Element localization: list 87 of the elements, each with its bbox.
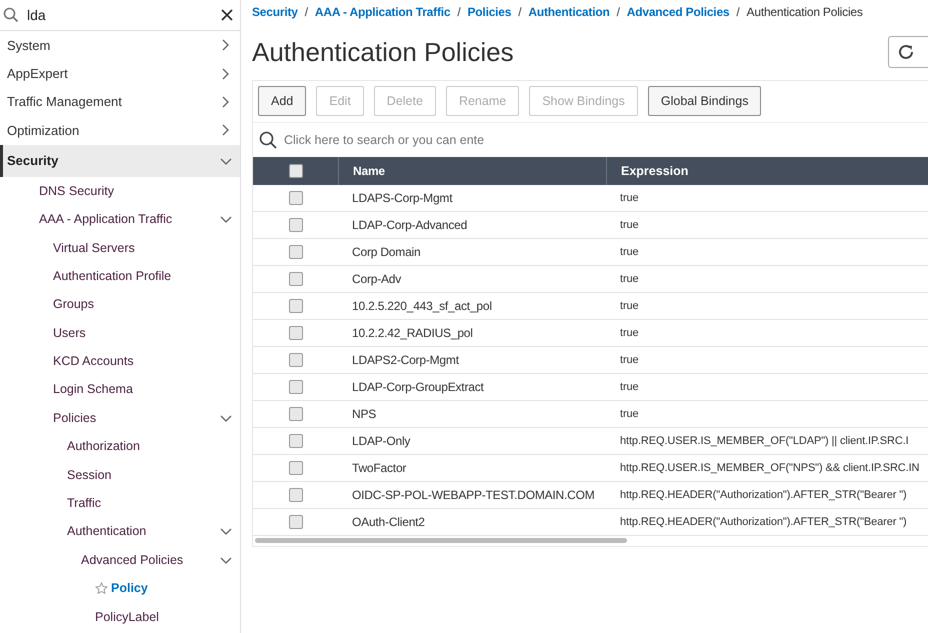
nav-item[interactable]: Security xyxy=(0,144,240,177)
nav-item[interactable]: Session xyxy=(67,468,232,482)
toolbar-button[interactable]: Global Bindings xyxy=(648,86,762,116)
nav-item[interactable]: AAA - Application Traffic xyxy=(39,212,220,226)
row-checkbox[interactable] xyxy=(288,461,302,475)
search-field[interactable]: lda xyxy=(25,6,215,24)
nav-item[interactable]: Authorization xyxy=(67,439,232,454)
row-checkbox[interactable] xyxy=(288,434,302,448)
table-cell-text: http.REQ.HEADER("Authorization").AFTER_STR("Bearer ") xyxy=(619,515,908,530)
row-checkbox[interactable] xyxy=(288,515,302,529)
nav-item[interactable]: Users xyxy=(53,326,232,340)
column-header[interactable]: Expression xyxy=(607,157,928,185)
row-checkbox[interactable] xyxy=(288,326,302,340)
table-cell-text: TwoFactor xyxy=(351,460,408,477)
table-cell-text: OAuth-Client2 xyxy=(351,514,426,531)
nav-label: Security xyxy=(7,153,60,168)
table-cell-text: LDAP-Corp-Advanced xyxy=(351,217,468,234)
nav-item[interactable]: DNS Security xyxy=(39,184,232,198)
row-checkbox[interactable] xyxy=(288,380,302,394)
table-cell-text: http.REQ.HEADER("Authorization").AFTER_STR("Bearer ") xyxy=(619,488,908,503)
breadcrumb-separator: / xyxy=(616,5,620,19)
page-title: Authentication Policies xyxy=(252,36,514,68)
row-checkbox[interactable] xyxy=(288,407,302,421)
nav-item[interactable]: AppExpert xyxy=(7,66,220,82)
table-cell-text: LDAPS-Corp-Mgmt xyxy=(351,190,454,207)
breadcrumb-separator: / xyxy=(457,5,460,19)
nav-item[interactable]: Traffic Management xyxy=(7,94,220,110)
breadcrumb-separator: / xyxy=(736,5,740,19)
table-cell-text: true xyxy=(619,191,640,206)
table-search-field[interactable]: Click here to search or you can ente xyxy=(282,132,586,148)
search-icon xyxy=(3,7,19,23)
table-cell-text: 10.2.2.42_RADIUS_pol xyxy=(351,325,474,342)
table-cell-text: true xyxy=(619,245,640,260)
nav-item[interactable]: Advanced Policies xyxy=(81,552,220,567)
table-cell-text: true xyxy=(619,218,640,233)
breadcrumb-current: Authentication Policies xyxy=(746,5,863,19)
close-icon[interactable] xyxy=(221,9,233,21)
table-cell-text: LDAP-Only xyxy=(351,433,412,450)
breadcrumb-link[interactable]: Security xyxy=(252,5,298,19)
row-checkbox[interactable] xyxy=(288,218,302,232)
nav-item[interactable]: Traffic xyxy=(67,496,232,510)
table-cell-text: true xyxy=(619,407,640,422)
refresh-icon xyxy=(897,43,915,61)
star-icon[interactable] xyxy=(95,582,108,595)
nav-item[interactable]: Optimization xyxy=(7,122,220,138)
breadcrumb-link[interactable]: Policies xyxy=(468,5,512,19)
row-checkbox[interactable] xyxy=(288,272,302,286)
table-cell-text: true xyxy=(619,299,640,314)
search-icon xyxy=(259,131,277,149)
nav-item[interactable]: Authentication Profile xyxy=(53,268,232,283)
row-checkbox[interactable] xyxy=(288,353,302,367)
table-cell-text: LDAPS2-Corp-Mgmt xyxy=(351,352,460,369)
breadcrumb-link[interactable]: Authentication xyxy=(528,5,610,19)
scrollbar-thumb[interactable] xyxy=(255,538,627,543)
table-cell-text: Corp Domain xyxy=(351,244,422,261)
row-checkbox[interactable] xyxy=(288,191,302,205)
breadcrumb-link[interactable]: Advanced Policies xyxy=(626,5,730,19)
table-cell-text: http.REQ.USER.IS_MEMBER_OF("LDAP") || client.IP.SRC.I xyxy=(619,434,910,449)
breadcrumb-separator: / xyxy=(304,5,308,19)
refresh-button[interactable] xyxy=(888,36,928,68)
nav-item[interactable]: System xyxy=(7,38,220,53)
table-cell-text: true xyxy=(619,326,640,341)
toolbar-button[interactable]: Add xyxy=(258,86,306,116)
nav-item[interactable]: Virtual Servers xyxy=(53,240,232,255)
column-header[interactable]: Name xyxy=(339,157,607,185)
row-checkbox[interactable] xyxy=(288,299,302,313)
table-cell-text: 10.2.5.220_443_sf_act_pol xyxy=(351,298,493,315)
nav-item[interactable]: Policy xyxy=(111,581,232,596)
nav-item[interactable]: Policies xyxy=(53,410,220,425)
table-cell-text: LDAP-Corp-GroupExtract xyxy=(351,379,485,396)
nav-item[interactable]: PolicyLabel xyxy=(95,610,232,624)
breadcrumb-link[interactable]: AAA - Application Traffic xyxy=(314,5,450,19)
nav-item[interactable]: Authentication xyxy=(67,524,220,538)
table-cell-text: http.REQ.USER.IS_MEMBER_OF("NPS") && client.IP.SRC.IN xyxy=(619,461,920,476)
table-cell-text: true xyxy=(619,380,640,395)
row-checkbox[interactable] xyxy=(288,488,302,502)
table-cell-text: true xyxy=(619,272,640,287)
row-checkbox[interactable] xyxy=(288,245,302,259)
table-cell-text: Corp-Adv xyxy=(351,271,402,288)
nav-item[interactable]: KCD Accounts xyxy=(53,354,232,368)
table-cell-text: NPS xyxy=(351,406,378,423)
table-cell-text: OIDC-SP-POL-WEBAPP-TEST.DOMAIN.COM xyxy=(351,487,596,504)
nav-item[interactable]: Groups xyxy=(53,297,232,312)
breadcrumb-separator: / xyxy=(518,5,522,19)
select-all-checkbox[interactable] xyxy=(288,164,302,178)
table-cell-text: true xyxy=(619,353,640,368)
nav-item[interactable]: Login Schema xyxy=(53,382,232,396)
